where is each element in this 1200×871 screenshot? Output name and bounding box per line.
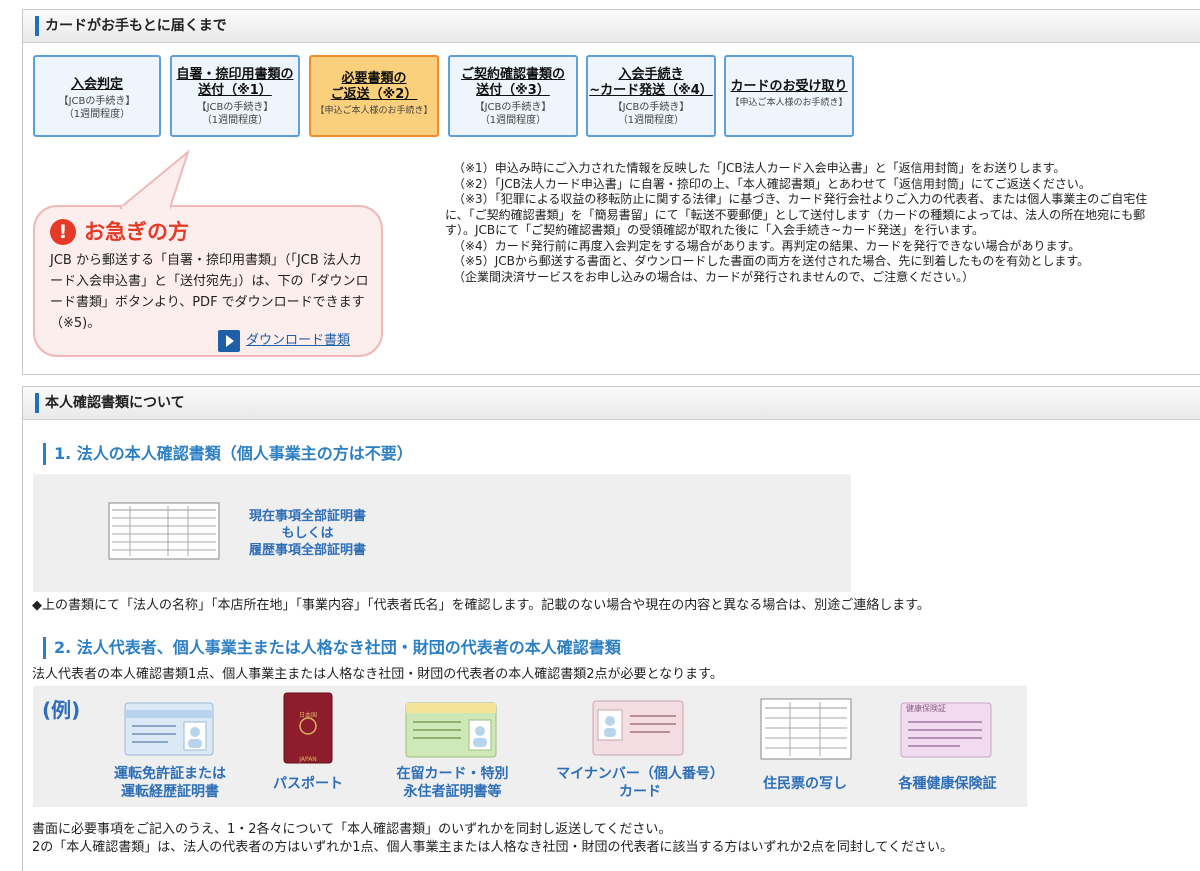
id-label-passport: パスポート	[273, 776, 343, 792]
footer-line: 2の「本人確認書類」は、法人の代表者の方はいずれか1点、個人事業主または人格なき…	[32, 840, 954, 855]
notes-list: （※1）申込み時にご入力された情報を反映した「JCB法人カード入会申込書」と「返…	[445, 161, 1200, 285]
note-item: （※2）「JCB法人カード申込書」に自署・捺印の上、「本人確認書類」とあわせて「…	[453, 176, 1091, 191]
play-arrow-icon[interactable]	[218, 330, 240, 352]
step-label: 自署・捺印用書類の 送付（※1）	[176, 67, 294, 98]
passport-cover-text: 日本国 JAPAN	[298, 712, 317, 763]
example-label: (例)	[42, 698, 81, 722]
note-item: に、「ご契約確認書類」を「簡易書留」にて「転送不要郵便」として送付します（カード…	[445, 207, 1146, 222]
urgent-body: JCB から郵送する「自署・捺印用書類」（「JCB 法人カード入会申込書」と「送…	[50, 253, 369, 331]
heading-accent-bar	[35, 393, 39, 413]
id-label-resident-record: 住民票の写し	[763, 776, 847, 792]
step-card-dispatch: 入会手続き ~カード発送（※4） 【JCBの手続き】 （1週間程度）	[586, 55, 716, 137]
drivers-license-icon	[124, 702, 214, 756]
step-sub: 【申込ご本人様のお手続き】	[315, 106, 433, 116]
id-label-residence-card: 在留カード・特別 永住者証明書等	[396, 766, 509, 800]
step-screening: 入会判定 【JCBの手続き】 （1週間程度）	[33, 55, 161, 137]
section2-title: 2. 法人代表者、個人事業主または人格なき社団・財団の代表者の本人確認書類	[43, 637, 621, 659]
step-label: ご契約確認書類の 送付（※3）	[460, 67, 565, 98]
section1-note: ◆上の書類にて「法人の名称」「本店所在地」「事業内容」「代表者氏名」を確認します…	[32, 598, 930, 613]
step-sub: 【JCBの手続き】 （1週間程度）	[612, 102, 690, 126]
health-card-header-text: 健康保険証	[906, 704, 946, 713]
id-label-my-number-card: マイナンバー（個人番号） カード	[556, 766, 724, 800]
heading-accent-bar	[35, 16, 39, 36]
note-item: （※1）申込み時にご入力された情報を反映した「JCB法人カード入会申込書」と「返…	[453, 161, 1066, 175]
step-sub: 【JCBの手続き】 （1週間程度）	[58, 96, 136, 120]
section1-title: 1. 法人の本人確認書類（個人事業主の方は不要）	[43, 443, 413, 465]
step-card-receipt: カードのお受け取り 【申込ご本人様のお手続き】	[724, 55, 854, 137]
note-item: （企業間決済サービスをお申し込みの場合は、カードが発行されませんので、ご注意くだ…	[453, 269, 975, 284]
step-sub: 【JCBの手続き】 （1週間程度）	[196, 102, 274, 126]
section2-intro: 法人代表者の本人確認書類1点、個人事業主または人格なき社団・財団の代表者の本人確…	[32, 667, 723, 682]
step-label: 入会手続き ~カード発送（※4）	[589, 67, 713, 98]
resident-record-icon	[760, 698, 852, 760]
step-sub: 【JCBの手続き】 （1週間程度）	[474, 102, 552, 126]
id-label-drivers-license: 運転免許証または 運転経歴証明書	[114, 766, 226, 800]
note-item: （※3）「犯罪による収益の移転防止に関する法律」に基づき、カード発行会社よりご入…	[453, 192, 1148, 206]
registry-certificate-icon	[108, 502, 220, 560]
step-label: 必要書類の ご返送（※2）	[330, 71, 418, 102]
delivery-heading: カードがお手もとに届くまで	[45, 18, 227, 34]
identity-panel-header: 本人確認書類について	[23, 387, 1200, 420]
step-sub: 【申込ご本人様のお手続き】	[730, 98, 848, 108]
exclamation-icon: !	[50, 219, 76, 245]
id-label-health-insurance: 各種健康保険証	[898, 776, 997, 792]
my-number-card-icon	[592, 700, 684, 756]
note-item: す）。JCBにて「ご契約確認書類」の受領確認が取れた後に「入会手続き~カード発送…	[445, 223, 985, 237]
step-label: カードのお受け取り	[730, 79, 848, 94]
step-return-documents: 必要書類の ご返送（※2） 【申込ご本人様のお手続き】	[309, 55, 439, 137]
step-label: 入会判定	[70, 77, 123, 92]
registry-certificate-label: 現在事項全部証明書 もしくは 履歴事項全部証明書	[248, 509, 366, 558]
step-send-contract-docs: ご契約確認書類の 送付（※3） 【JCBの手続き】 （1週間程度）	[448, 55, 578, 137]
delivery-panel-header: カードがお手もとに届くまで	[23, 10, 1200, 43]
note-item: （※5）JCBから郵送する書面と、ダウンロードした書面の両方を送付された場合、先…	[453, 254, 1090, 268]
note-item: （※4）カード発行前に再度入会判定をする場合があります。再判定の結果、カードを発…	[453, 238, 1081, 253]
residence-card-icon	[405, 702, 497, 758]
step-send-signature-docs: 自署・捺印用書類の 送付（※1） 【JCBの手続き】 （1週間程度）	[170, 55, 300, 137]
urgent-title: お急ぎの方	[84, 220, 189, 244]
callout-tail	[120, 150, 190, 210]
download-documents-link[interactable]: ダウンロード書類	[246, 330, 350, 352]
identity-heading: 本人確認書類について	[45, 395, 185, 411]
footer-line: 書面に必要事項をご記入のうえ、1・2各々について「本人確認書類」のいずれかを同封…	[32, 822, 672, 837]
